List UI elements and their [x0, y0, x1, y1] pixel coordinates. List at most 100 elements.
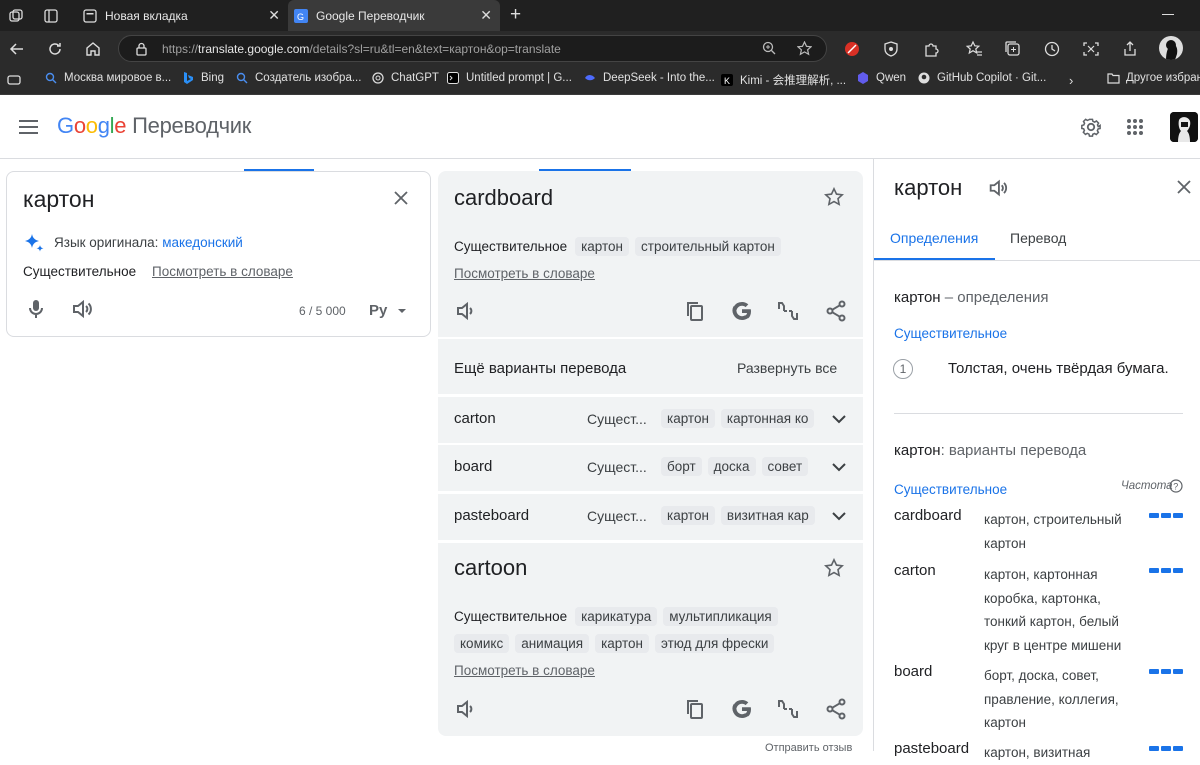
bookmark-item[interactable]: Bing [182, 72, 224, 84]
translation-chip[interactable]: строительный картон [635, 237, 781, 256]
history-icon[interactable] [1043, 40, 1061, 58]
account-avatar[interactable] [1170, 112, 1198, 142]
source-dictionary-link[interactable]: Посмотреть в словаре [152, 264, 293, 279]
listen-speaker-icon[interactable] [987, 177, 1009, 199]
url-text: https://translate.google.com/details?sl=… [162, 42, 561, 56]
google-apps-grid-icon[interactable] [1127, 119, 1143, 135]
google-search-icon[interactable] [730, 697, 754, 721]
variant-row[interactable]: pasteboard Сущест... картон визитная кар [438, 494, 863, 541]
minimize-icon[interactable] [1162, 14, 1174, 16]
new-tab-button[interactable]: + [510, 5, 521, 24]
tab-new-tab[interactable]: Новая вкладка ✕ [76, 0, 288, 31]
clear-source-icon[interactable] [393, 190, 409, 206]
copy-icon[interactable] [683, 697, 707, 721]
listen-speaker-icon[interactable] [70, 297, 94, 321]
save-star-icon[interactable] [824, 187, 844, 207]
detected-language-link[interactable]: македонский [162, 235, 243, 250]
input-tools-keyboard-icon[interactable]: Ру [369, 302, 387, 319]
extensions-puzzle-icon[interactable] [922, 40, 940, 58]
bookmark-app-icon[interactable] [7, 73, 21, 87]
variant-word[interactable]: carton [894, 562, 936, 579]
shield-extension-icon[interactable] [882, 40, 900, 58]
favorites-icon[interactable] [965, 40, 983, 58]
close-tab-icon[interactable]: ✕ [480, 8, 492, 22]
lock-icon[interactable] [135, 42, 148, 56]
bookmark-item[interactable]: GitHub Copilot · Git... [918, 72, 1046, 84]
expand-all-button[interactable]: Развернуть все [737, 360, 837, 376]
rate-translation-icon[interactable] [776, 299, 800, 323]
variant-word[interactable]: pasteboard [894, 740, 969, 757]
close-side-panel-icon[interactable] [1176, 179, 1192, 195]
bookmarks-folder[interactable]: Другое избранн [1107, 72, 1200, 84]
source-text-input[interactable]: картон [23, 186, 94, 213]
variant-translation-line: картон, строительный [984, 512, 1122, 527]
address-bar[interactable]: https://translate.google.com/details?sl=… [118, 35, 827, 62]
translation-chip[interactable]: картон [661, 506, 715, 525]
save-star-icon[interactable] [824, 558, 844, 578]
bookmarks-overflow-chevron-icon[interactable]: › [1069, 73, 1073, 88]
frequency-segment [1161, 746, 1171, 751]
kimi-icon: K [721, 74, 733, 86]
close-tab-icon[interactable]: ✕ [268, 8, 280, 22]
input-tools-dropdown-icon[interactable] [397, 308, 407, 314]
browser-profile-avatar[interactable] [1159, 36, 1183, 60]
tab-google-translate[interactable]: G Google Переводчик ✕ [288, 0, 500, 31]
listen-speaker-icon[interactable] [454, 697, 478, 721]
reload-icon[interactable] [46, 40, 64, 58]
google-translate-logo[interactable]: Google Переводчик [57, 113, 251, 139]
translation-chip[interactable]: мультипликация [663, 607, 778, 626]
bookmark-item[interactable]: Untitled prompt | G... [447, 72, 572, 84]
variant-row[interactable]: carton Сущест... картон картонная ко [438, 397, 863, 444]
translation-chip[interactable]: анимация [515, 634, 590, 653]
translation-chip[interactable]: совет [761, 457, 809, 476]
main-menu-icon[interactable] [19, 119, 39, 135]
tab-actions-icon[interactable] [43, 8, 59, 24]
expand-chevron-down-icon[interactable] [832, 512, 846, 521]
settings-gear-icon[interactable] [1080, 116, 1102, 138]
variant-word[interactable]: board [894, 663, 932, 680]
variant-row[interactable]: board Сущест... борт доска совет [438, 445, 863, 492]
translation-chip[interactable]: доска [707, 457, 756, 476]
send-feedback-link[interactable]: Отправить отзыв [765, 742, 852, 754]
variant-word[interactable]: cardboard [894, 507, 962, 524]
tab-definitions[interactable]: Определения [890, 230, 978, 246]
translation-dictionary-link[interactable]: Посмотреть в словаре [454, 266, 595, 281]
translation-chip[interactable]: этюд для фрески [655, 634, 775, 653]
home-icon[interactable] [84, 40, 102, 58]
screenshot-icon[interactable] [1082, 40, 1100, 58]
translation-chip[interactable]: картон [595, 634, 650, 653]
help-icon[interactable]: ? [1169, 479, 1183, 493]
translation-chip[interactable]: комикс [454, 634, 510, 653]
translation-chip[interactable]: карикатура [575, 607, 658, 626]
share-icon[interactable] [824, 697, 848, 721]
expand-chevron-down-icon[interactable] [832, 415, 846, 424]
translation-chip[interactable]: визитная кар [720, 506, 815, 525]
bookmark-item[interactable]: Москва мировое в... [45, 72, 171, 84]
bookmark-item[interactable]: ChatGPT [372, 72, 439, 84]
extension-red-icon[interactable] [843, 40, 861, 58]
rate-translation-icon[interactable] [776, 697, 800, 721]
share-icon[interactable] [824, 299, 848, 323]
share-icon[interactable] [1121, 40, 1139, 58]
bookmark-item[interactable]: Qwen [857, 72, 906, 84]
frequency-segment [1161, 568, 1171, 573]
copy-icon[interactable] [683, 299, 707, 323]
tab-translation[interactable]: Перевод [1010, 230, 1066, 246]
bookmark-item[interactable]: DeepSeek - Into the... [584, 72, 715, 84]
expand-chevron-down-icon[interactable] [832, 463, 846, 472]
microphone-icon[interactable] [24, 297, 48, 321]
bookmark-item[interactable]: K Kimi - 会推理解析, ... [721, 72, 846, 88]
back-arrow-icon[interactable] [8, 40, 26, 58]
translation-chip[interactable]: борт [661, 457, 702, 476]
workspaces-icon[interactable] [8, 8, 24, 24]
translation-chip[interactable]: картон [575, 237, 630, 256]
favorite-star-icon[interactable] [797, 41, 812, 56]
bookmark-item[interactable]: Создатель изобра... [236, 72, 361, 84]
collections-icon[interactable] [1004, 40, 1022, 58]
google-search-icon[interactable] [730, 299, 754, 323]
listen-speaker-icon[interactable] [454, 299, 478, 323]
zoom-icon[interactable] [762, 41, 777, 56]
second-dictionary-link[interactable]: Посмотреть в словаре [454, 663, 595, 678]
translation-chip[interactable]: картон [661, 409, 715, 428]
translation-chip[interactable]: картонная ко [720, 409, 815, 428]
